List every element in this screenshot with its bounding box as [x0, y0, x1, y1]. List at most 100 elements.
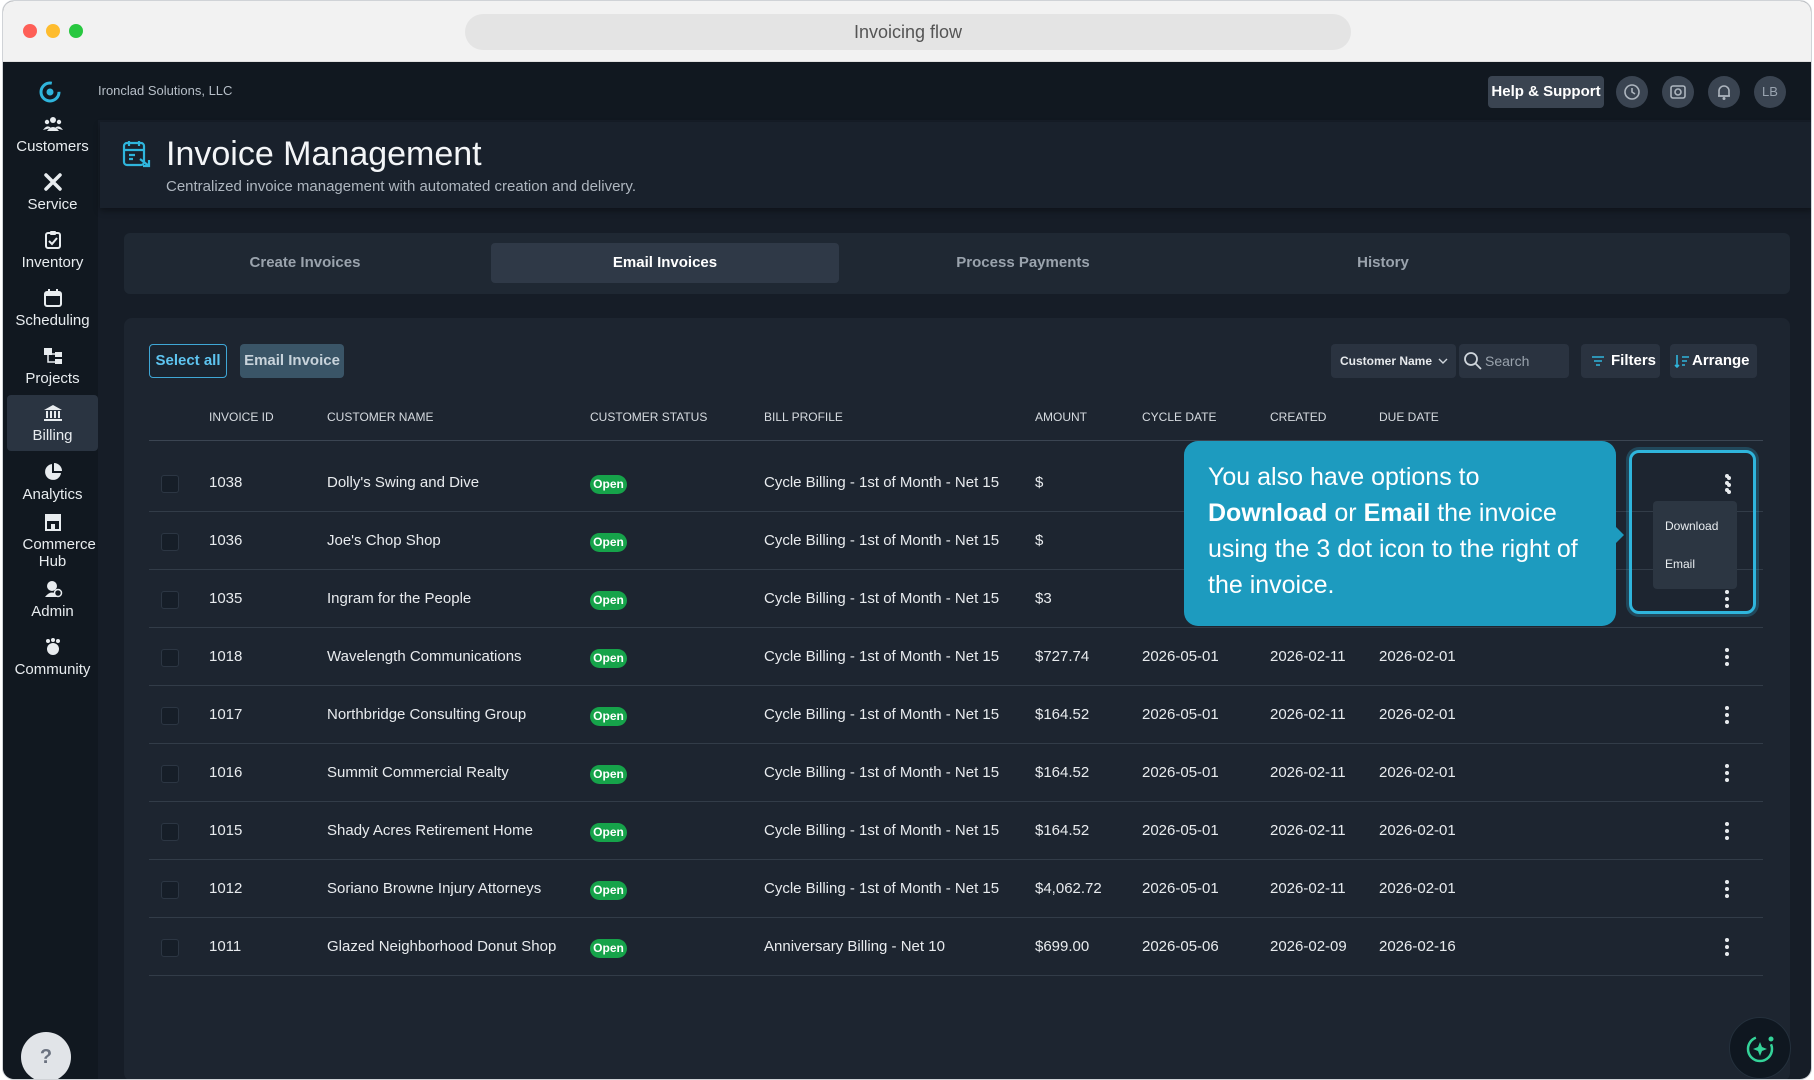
customer-name[interactable]: Soriano Browne Injury Attorneys [327, 880, 541, 897]
customer-name[interactable]: Dolly's Swing and Dive [327, 474, 479, 491]
invoice-id: 1011 [209, 938, 242, 955]
more-options-icon[interactable] [1722, 877, 1732, 901]
row-checkbox[interactable] [161, 475, 179, 493]
row-options-menu: Download Email [1653, 501, 1737, 589]
row-checkbox[interactable] [161, 533, 179, 551]
sidebar-item-analytics[interactable]: Analytics [7, 462, 98, 512]
due-date: 2026-02-01 [1379, 880, 1456, 897]
customers-icon [42, 117, 63, 131]
customer-name[interactable]: Ingram for the People [327, 590, 471, 607]
cycle-date: 2026-05-01 [1142, 880, 1219, 897]
table-row[interactable]: 1015 Shady Acres Retirement Home Open Cy… [149, 802, 1763, 860]
help-button[interactable]: ? [21, 1032, 71, 1079]
table-row[interactable]: 1018 Wavelength Communications Open Cycl… [149, 628, 1763, 686]
email-invoice-button[interactable]: Email Invoice [240, 344, 344, 378]
created-date: 2026-02-11 [1270, 706, 1346, 723]
due-date: 2026-02-01 [1379, 648, 1456, 665]
projects-icon [43, 348, 62, 364]
filter-icon [1592, 356, 1604, 366]
tab-process-payments[interactable]: Process Payments [844, 243, 1202, 283]
callout-pointer [1612, 523, 1624, 547]
minimize-window-button[interactable] [46, 24, 60, 38]
history-icon[interactable] [1616, 76, 1648, 108]
more-options-icon[interactable] [1722, 935, 1732, 959]
sidebar-item-customers[interactable]: Customers [7, 114, 98, 164]
menu-item-email[interactable]: Email [1653, 546, 1737, 582]
tab-email-invoices[interactable]: Email Invoices [491, 243, 839, 283]
status-badge: Open [590, 939, 627, 958]
column-header-created[interactable]: CREATED [1270, 410, 1326, 424]
admin-icon [44, 581, 62, 598]
bill-profile: Cycle Billing - 1st of Month - Net 15 [764, 532, 1000, 549]
more-options-icon[interactable] [1722, 645, 1732, 669]
table-row[interactable]: 1012 Soriano Browne Injury Attorneys Ope… [149, 860, 1763, 918]
sidebar-item-commerce-hub[interactable]: Commerce Hub [7, 512, 98, 572]
bell-icon[interactable] [1708, 76, 1740, 108]
customer-name[interactable]: Glazed Neighborhood Donut Shop [327, 938, 556, 955]
tab-history[interactable]: History [1204, 243, 1562, 283]
sidebar: Customers Service Inventory Scheduling P… [3, 62, 98, 1079]
more-options-icon[interactable] [1722, 819, 1732, 843]
row-checkbox[interactable] [161, 765, 179, 783]
customer-name[interactable]: Summit Commercial Realty [327, 764, 509, 781]
due-date: 2026-02-16 [1379, 938, 1456, 955]
row-checkbox[interactable] [161, 707, 179, 725]
row-checkbox[interactable] [161, 939, 179, 957]
row-checkbox[interactable] [161, 591, 179, 609]
amount: $164.52 [1035, 706, 1090, 723]
window-title: Invoicing flow [465, 14, 1351, 50]
assistant-button[interactable] [1729, 1017, 1791, 1079]
amount: $164.52 [1035, 764, 1090, 781]
menu-item-download[interactable]: Download [1653, 508, 1737, 544]
app-logo-icon[interactable] [37, 78, 63, 104]
close-window-button[interactable] [23, 24, 37, 38]
callout-text-2: or [1327, 499, 1364, 527]
column-header-customer-name[interactable]: CUSTOMER NAME [327, 410, 433, 424]
help-support-button[interactable]: Help & Support [1488, 76, 1604, 108]
amount: $ [1035, 532, 1044, 549]
search-icon [1464, 352, 1482, 370]
filters-button[interactable]: Filters [1581, 344, 1660, 378]
customer-name[interactable]: Wavelength Communications [327, 648, 522, 665]
customer-name-select[interactable]: Customer Name [1331, 344, 1456, 378]
tab-create-invoices[interactable]: Create Invoices [124, 243, 486, 283]
bill-profile: Cycle Billing - 1st of Month - Net 15 [764, 764, 1000, 781]
screenshot-icon[interactable] [1662, 76, 1694, 108]
column-header-bill-profile[interactable]: BILL PROFILE [764, 410, 843, 424]
table-row[interactable]: 1017 Northbridge Consulting Group Open C… [149, 686, 1763, 744]
column-header-due-date[interactable]: DUE DATE [1379, 410, 1439, 424]
avatar[interactable]: LB [1754, 76, 1786, 108]
table-row[interactable]: 1011 Glazed Neighborhood Donut Shop Open… [149, 918, 1763, 976]
app-window: Invoicing flow Customers Service Invento… [2, 0, 1812, 1080]
sidebar-item-scheduling[interactable]: Scheduling [7, 288, 98, 338]
sidebar-item-projects[interactable]: Projects [7, 346, 98, 396]
search-input[interactable] [1485, 351, 1565, 371]
arrange-icon [1674, 355, 1689, 368]
sidebar-item-label: Scheduling [15, 312, 90, 329]
more-options-icon[interactable] [1722, 761, 1732, 785]
column-header-invoice-id[interactable]: INVOICE ID [209, 410, 274, 424]
table-row[interactable]: 1016 Summit Commercial Realty Open Cycle… [149, 744, 1763, 802]
sidebar-item-billing[interactable]: Billing [7, 395, 98, 451]
maximize-window-button[interactable] [69, 24, 83, 38]
arrange-button[interactable]: Arrange [1670, 344, 1757, 378]
row-checkbox[interactable] [161, 823, 179, 841]
sidebar-item-service[interactable]: Service [7, 172, 98, 222]
column-header-customer-status[interactable]: CUSTOMER STATUS [590, 410, 707, 424]
column-header-amount[interactable]: AMOUNT [1035, 410, 1087, 424]
customer-name[interactable]: Joe's Chop Shop [327, 532, 441, 549]
row-checkbox[interactable] [161, 881, 179, 899]
sidebar-item-community[interactable]: Community [7, 637, 98, 687]
more-options-icon[interactable] [1724, 473, 1734, 497]
customer-name[interactable]: Northbridge Consulting Group [327, 706, 526, 723]
customer-name[interactable]: Shady Acres Retirement Home [327, 822, 533, 839]
pie-chart-icon [44, 463, 62, 480]
sidebar-item-label: Customers [16, 138, 89, 155]
invoice-id: 1012 [209, 880, 243, 897]
sidebar-item-inventory[interactable]: Inventory [7, 230, 98, 280]
sidebar-item-admin[interactable]: Admin [7, 579, 98, 629]
more-options-icon[interactable] [1722, 703, 1732, 727]
column-header-cycle-date[interactable]: CYCLE DATE [1142, 410, 1216, 424]
row-checkbox[interactable] [161, 649, 179, 667]
select-all-button[interactable]: Select all [149, 344, 227, 378]
